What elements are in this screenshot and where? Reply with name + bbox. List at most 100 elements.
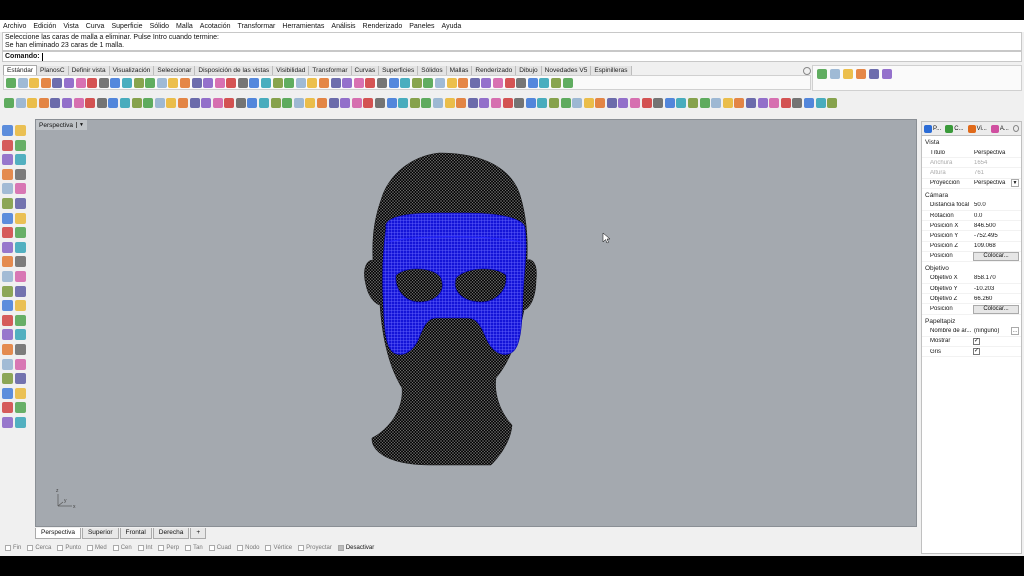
right-tool-1-icon[interactable] [830, 69, 840, 79]
left-tool-13-1-icon[interactable] [15, 314, 26, 326]
menu-item-12[interactable]: Paneles [409, 23, 434, 30]
standard-tool-37-icon[interactable] [434, 77, 445, 88]
osnap-7[interactable]: Tan [185, 545, 203, 551]
secondary-tool-39-icon[interactable] [456, 98, 467, 108]
right-tool-0-icon[interactable] [817, 69, 827, 79]
left-tool-10-1-icon[interactable] [15, 271, 26, 282]
standard-tool-18-icon[interactable] [214, 77, 225, 88]
menu-item-8[interactable]: Transformar [238, 23, 276, 30]
perspective-viewport[interactable]: z y x Perspectiva ▼ [35, 119, 917, 527]
standard-tool-13-icon[interactable] [156, 77, 167, 88]
secondary-tool-20-icon[interactable] [235, 98, 246, 108]
menu-item-5[interactable]: Sólido [150, 23, 169, 30]
browse-button[interactable]: … [1011, 327, 1019, 336]
osnap-checkbox[interactable] [237, 545, 244, 551]
secondary-tool-33-icon[interactable] [386, 98, 397, 108]
secondary-tool-1-icon[interactable] [15, 98, 26, 108]
right-tool-4-icon[interactable] [869, 69, 879, 79]
menu-item-10[interactable]: Análisis [331, 23, 355, 30]
secondary-tool-71-icon[interactable] [827, 98, 838, 108]
panel-tab-2[interactable]: Vi... [967, 124, 987, 133]
standard-tool-27-icon[interactable] [319, 77, 330, 88]
left-tool-5-1-icon[interactable] [15, 198, 26, 209]
standard-tool-39-icon[interactable] [458, 77, 469, 88]
secondary-tool-6-icon[interactable] [73, 98, 84, 108]
property-value[interactable]: -752.495 [973, 233, 1021, 239]
osnap-checkbox[interactable] [5, 545, 11, 551]
standard-tool-3-icon[interactable] [40, 77, 51, 88]
left-tool-16-1-icon[interactable] [15, 358, 26, 370]
viewport-title[interactable]: Perspectiva ▼ [36, 120, 87, 130]
toolbar-tab-12[interactable]: Renderizado [472, 66, 517, 75]
toolbar-tab-9[interactable]: Superficies [379, 66, 419, 75]
osnap-12[interactable]: Desactivar [337, 545, 374, 551]
left-tool-18-0-icon[interactable] [2, 387, 13, 399]
left-tool-14-0-icon[interactable] [2, 329, 13, 341]
left-tool-9-0-icon[interactable] [2, 256, 13, 268]
property-value[interactable]: (ninguno) [973, 328, 1011, 334]
left-tool-6-0-icon[interactable] [2, 212, 13, 224]
osnap-1[interactable]: Cerca [27, 545, 51, 551]
secondary-tool-18-icon[interactable] [212, 98, 223, 108]
standard-tool-35-icon[interactable] [411, 77, 422, 88]
osnap-6[interactable]: Perp [158, 545, 179, 551]
standard-tool-16-icon[interactable] [191, 77, 202, 88]
standard-tool-34-icon[interactable] [400, 77, 411, 88]
secondary-tool-47-icon[interactable] [548, 98, 559, 108]
secondary-tool-67-icon[interactable] [780, 98, 791, 108]
property-value[interactable]: 50.0 [973, 202, 1021, 208]
standard-tool-26-icon[interactable] [307, 77, 318, 88]
property-checkbox[interactable]: ✓ [973, 337, 980, 345]
left-tool-19-0-icon[interactable] [2, 402, 13, 414]
left-tool-5-0-icon[interactable] [2, 198, 13, 209]
standard-tool-42-icon[interactable] [492, 77, 503, 88]
standard-tool-32-icon[interactable] [377, 77, 387, 88]
left-tool-3-0-icon[interactable] [2, 168, 13, 180]
toolbar-options-icon[interactable] [803, 67, 811, 75]
standard-tool-30-icon[interactable] [353, 77, 364, 88]
left-tool-11-0-icon[interactable] [2, 285, 13, 297]
secondary-tool-44-icon[interactable] [514, 98, 525, 108]
osnap-3[interactable]: Med [87, 545, 107, 551]
secondary-tool-61-icon[interactable] [711, 98, 722, 108]
secondary-tool-36-icon[interactable] [421, 98, 432, 108]
secondary-tool-12-icon[interactable] [143, 98, 154, 108]
secondary-tool-16-icon[interactable] [189, 98, 200, 108]
osnap-checkbox[interactable] [27, 545, 34, 551]
left-tool-19-1-icon[interactable] [15, 402, 26, 414]
toolbar-tab-14[interactable]: Novedades V5 [541, 66, 592, 75]
secondary-tool-23-icon[interactable] [270, 98, 281, 108]
secondary-tool-65-icon[interactable] [757, 98, 768, 108]
menu-item-13[interactable]: Ayuda [442, 23, 462, 30]
right-tool-2-icon[interactable] [843, 69, 853, 79]
osnap-5[interactable]: Int [137, 545, 152, 551]
secondary-tool-35-icon[interactable] [409, 98, 420, 108]
left-tool-7-0-icon[interactable] [2, 227, 13, 239]
secondary-tool-42-icon[interactable] [490, 98, 501, 108]
secondary-tool-7-icon[interactable] [85, 98, 96, 108]
secondary-tool-24-icon[interactable] [282, 98, 293, 108]
standard-tool-24-icon[interactable] [284, 77, 295, 88]
secondary-tool-29-icon[interactable] [340, 98, 351, 108]
standard-tool-40-icon[interactable] [469, 77, 480, 88]
secondary-tool-10-icon[interactable] [119, 98, 130, 108]
view-tab-2[interactable]: Frontal [119, 528, 152, 539]
standard-tool-20-icon[interactable] [237, 77, 248, 88]
secondary-tool-58-icon[interactable] [676, 98, 687, 108]
standard-tool-14-icon[interactable] [168, 77, 179, 88]
standard-tool-23-icon[interactable] [272, 77, 283, 88]
standard-tool-47-icon[interactable] [550, 77, 561, 88]
osnap-10[interactable]: Vértice [265, 545, 292, 551]
left-tool-15-1-icon[interactable] [15, 344, 26, 355]
secondary-tool-60-icon[interactable] [699, 98, 710, 108]
toolbar-tab-5[interactable]: Disposición de las vistas [195, 66, 274, 75]
left-tool-1-0-icon[interactable] [2, 139, 13, 151]
right-tool-5-icon[interactable] [882, 69, 892, 79]
secondary-tool-25-icon[interactable] [293, 98, 304, 108]
view-tab-1[interactable]: Superior [81, 528, 119, 539]
secondary-tool-68-icon[interactable] [792, 98, 803, 108]
standard-tool-0-icon[interactable] [6, 77, 16, 88]
secondary-tool-56-icon[interactable] [653, 98, 664, 108]
property-value[interactable]: 858.170 [973, 275, 1021, 281]
menu-item-0[interactable]: Archivo [3, 23, 26, 30]
